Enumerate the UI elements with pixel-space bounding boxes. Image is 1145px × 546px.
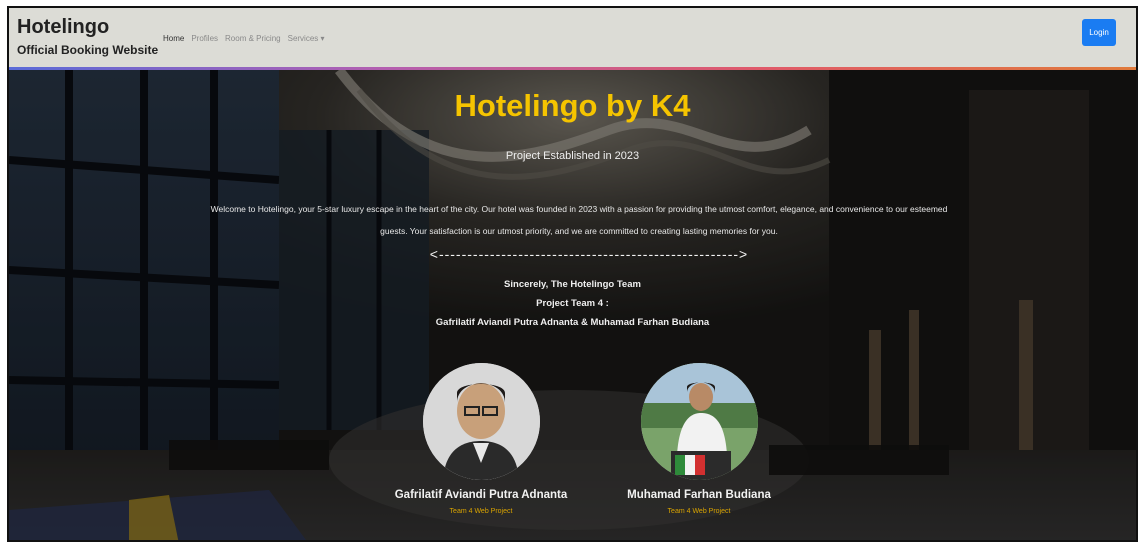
team-member-card: Muhamad Farhan Budiana Team 4 Web Projec…: [599, 363, 799, 515]
member-role: Team 4 Web Project: [449, 508, 513, 515]
brand-title: Hotelingo: [17, 16, 110, 38]
nav-services-dropdown[interactable]: Services ▾: [288, 34, 325, 43]
signoff-line: Sincerely, The Hotelingo Team: [504, 279, 641, 290]
brand[interactable]: Hotelingo Official Booking Website: [17, 16, 158, 57]
nav-room-pricing[interactable]: Room & Pricing: [225, 34, 281, 43]
brand-subtitle: Official Booking Website: [17, 43, 159, 57]
nav-links: Home Profiles Room & Pricing Services ▾: [163, 34, 325, 43]
signoff-line: Gafrilatif Aviandi Putra Adnanta & Muham…: [435, 317, 710, 328]
signoff-line: Project Team 4 :: [536, 298, 609, 309]
member-photo: [422, 363, 540, 480]
avatar: [422, 363, 540, 480]
avatar: [640, 363, 758, 480]
divider-arrow: <---------------------------------------…: [429, 246, 749, 262]
browser-frame: Hotelingo Official Booking Website Home …: [7, 6, 1138, 542]
nav-profiles[interactable]: Profiles: [191, 34, 218, 43]
nav-home[interactable]: Home: [163, 34, 184, 43]
member-name: Gafrilatif Aviandi Putra Adnanta: [394, 489, 568, 501]
hero-title: Hotelingo by K4: [454, 88, 691, 123]
member-role: Team 4 Web Project: [667, 508, 731, 515]
login-button[interactable]: Login: [1082, 19, 1116, 46]
signoff: Sincerely, The Hotelingo Team Project Te…: [9, 275, 1136, 332]
member-photo: [640, 363, 758, 480]
hero-subtitle: Project Established in 2023: [505, 150, 640, 162]
team-member-card: Gafrilatif Aviandi Putra Adnanta Team 4 …: [381, 363, 581, 515]
navbar: Hotelingo Official Booking Website Home …: [9, 8, 1136, 70]
member-name: Muhamad Farhan Budiana: [627, 489, 771, 501]
welcome-paragraph: Welcome to Hotelingo, your 5-star luxury…: [210, 204, 948, 236]
hero-section: Hotelingo by K4 Project Established in 2…: [9, 70, 1136, 540]
